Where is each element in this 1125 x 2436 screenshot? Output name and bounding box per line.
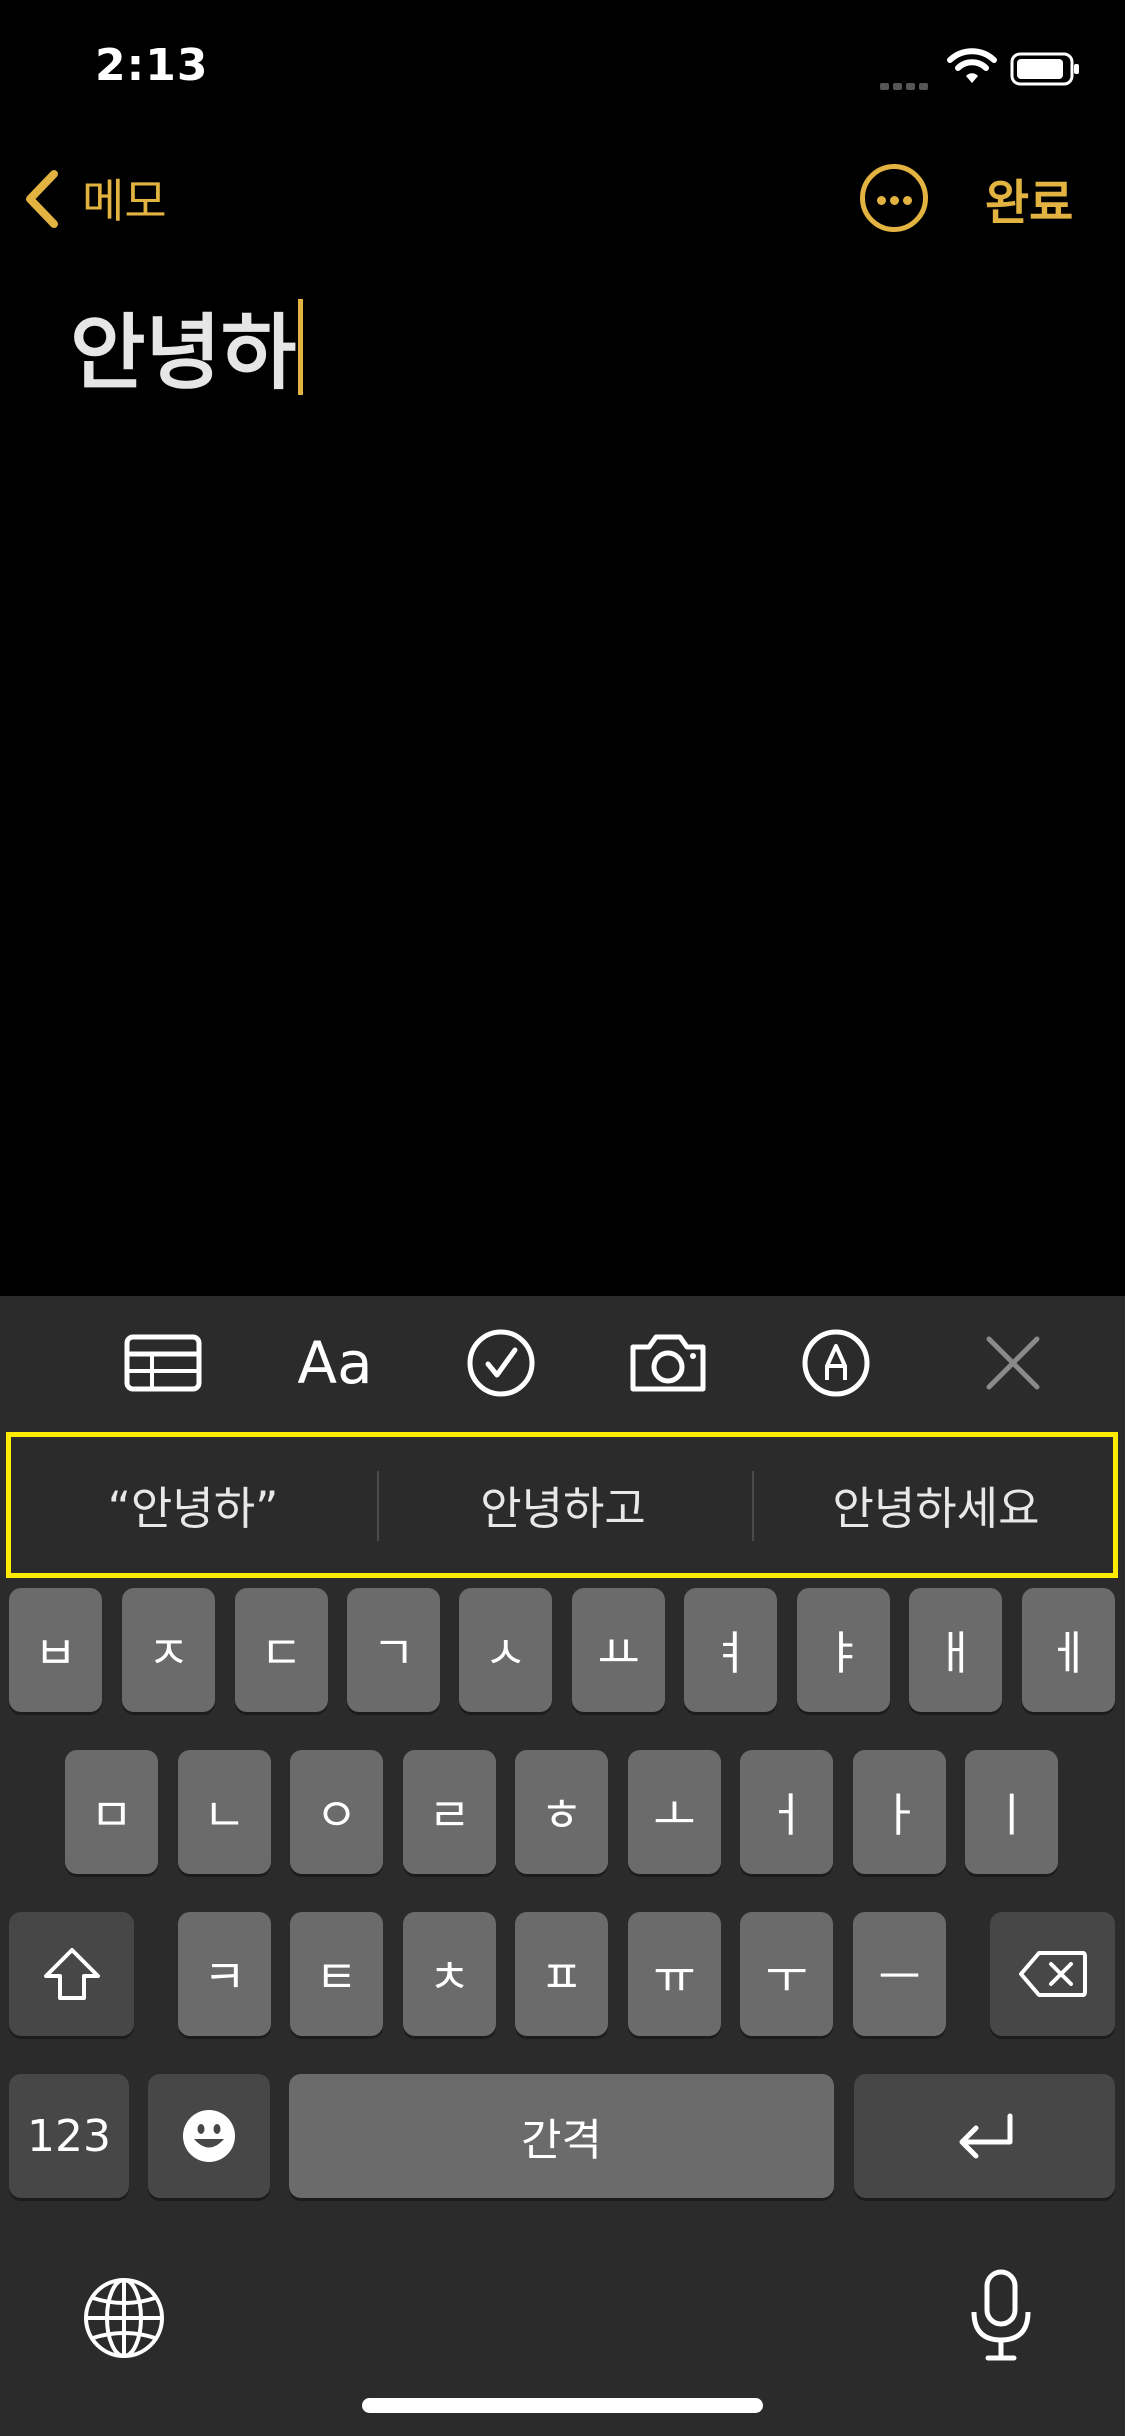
return-key[interactable] — [854, 2074, 1115, 2198]
checklist-icon — [467, 1329, 535, 1396]
delete-key[interactable] — [990, 1912, 1115, 2036]
key[interactable]: ㅓ — [740, 1750, 833, 1874]
key[interactable]: ㅐ — [909, 1588, 1002, 1712]
suggestion-item[interactable]: “안녕하” — [13, 1467, 373, 1542]
return-icon — [959, 2113, 1012, 2159]
more-options-button[interactable] — [860, 164, 928, 232]
key[interactable]: ㅡ — [853, 1912, 946, 2036]
key[interactable]: ㅠ — [628, 1912, 721, 2036]
markup-button[interactable] — [800, 1325, 872, 1400]
table-icon — [124, 1334, 202, 1391]
cellular-signal-icon — [880, 75, 932, 90]
suggestion-divider — [377, 1471, 379, 1541]
status-time: 2:13 — [95, 40, 209, 91]
back-button-label[interactable]: 메모 — [82, 165, 167, 231]
key[interactable]: ㄷ — [235, 1588, 328, 1712]
key[interactable]: ㅋ — [178, 1912, 271, 2036]
key[interactable]: ㅏ — [853, 1750, 946, 1874]
camera-icon — [630, 1334, 706, 1391]
key[interactable]: ㅌ — [290, 1912, 383, 2036]
note-text: 안녕하 — [70, 306, 297, 401]
key[interactable]: ㅍ — [515, 1912, 608, 2036]
close-icon — [986, 1336, 1040, 1389]
key[interactable]: ㅇ — [290, 1750, 383, 1874]
key[interactable]: ㅎ — [515, 1750, 608, 1874]
key[interactable]: ㅣ — [965, 1750, 1058, 1874]
close-toolbar-button[interactable] — [982, 1325, 1044, 1400]
emoji-key[interactable] — [148, 2074, 270, 2198]
camera-button[interactable] — [626, 1325, 710, 1400]
home-indicator[interactable] — [362, 2398, 763, 2413]
key[interactable]: ㅈ — [122, 1588, 215, 1712]
wifi-icon — [947, 48, 997, 83]
markup-icon — [802, 1329, 870, 1396]
shift-icon — [43, 1948, 100, 2000]
back-chevron-icon[interactable] — [22, 168, 62, 230]
space-key[interactable]: 간격 — [289, 2074, 834, 2198]
key[interactable]: ㅑ — [797, 1588, 890, 1712]
key[interactable]: ㄱ — [347, 1588, 440, 1712]
key[interactable]: ㅛ — [572, 1588, 665, 1712]
checklist-button[interactable] — [465, 1325, 537, 1400]
battery-icon — [1010, 52, 1079, 86]
microphone-icon[interactable] — [968, 2268, 1034, 2364]
format-button[interactable]: Aa — [290, 1325, 380, 1400]
key[interactable]: ㅜ — [740, 1912, 833, 2036]
numbers-key[interactable]: 123 — [9, 2074, 129, 2198]
key[interactable]: ㅊ — [403, 1912, 496, 2036]
suggestion-item[interactable]: 안녕하고 — [383, 1467, 743, 1542]
globe-icon[interactable] — [82, 2276, 166, 2360]
suggestion-bar: “안녕하” 안녕하고 안녕하세요 — [6, 1432, 1118, 1578]
key[interactable]: ㅕ — [684, 1588, 777, 1712]
note-body[interactable]: 안녕하 — [70, 286, 304, 405]
suggestion-item[interactable]: 안녕하세요 — [756, 1467, 1116, 1542]
done-button[interactable]: 완료 — [985, 163, 1073, 233]
key[interactable]: ㅁ — [65, 1750, 158, 1874]
shift-key[interactable] — [9, 1912, 134, 2036]
key[interactable]: ㅅ — [459, 1588, 552, 1712]
backspace-icon — [1018, 1951, 1087, 1997]
key[interactable]: ㄴ — [178, 1750, 271, 1874]
key[interactable]: ㅔ — [1022, 1588, 1115, 1712]
format-icon: Aa — [297, 1328, 373, 1397]
text-caret — [298, 299, 304, 395]
key[interactable]: ㅂ — [9, 1588, 102, 1712]
key[interactable]: ㄹ — [403, 1750, 496, 1874]
table-button[interactable] — [122, 1325, 204, 1400]
suggestion-divider — [752, 1471, 754, 1541]
key[interactable]: ㅗ — [628, 1750, 721, 1874]
emoji-icon — [183, 2110, 235, 2162]
